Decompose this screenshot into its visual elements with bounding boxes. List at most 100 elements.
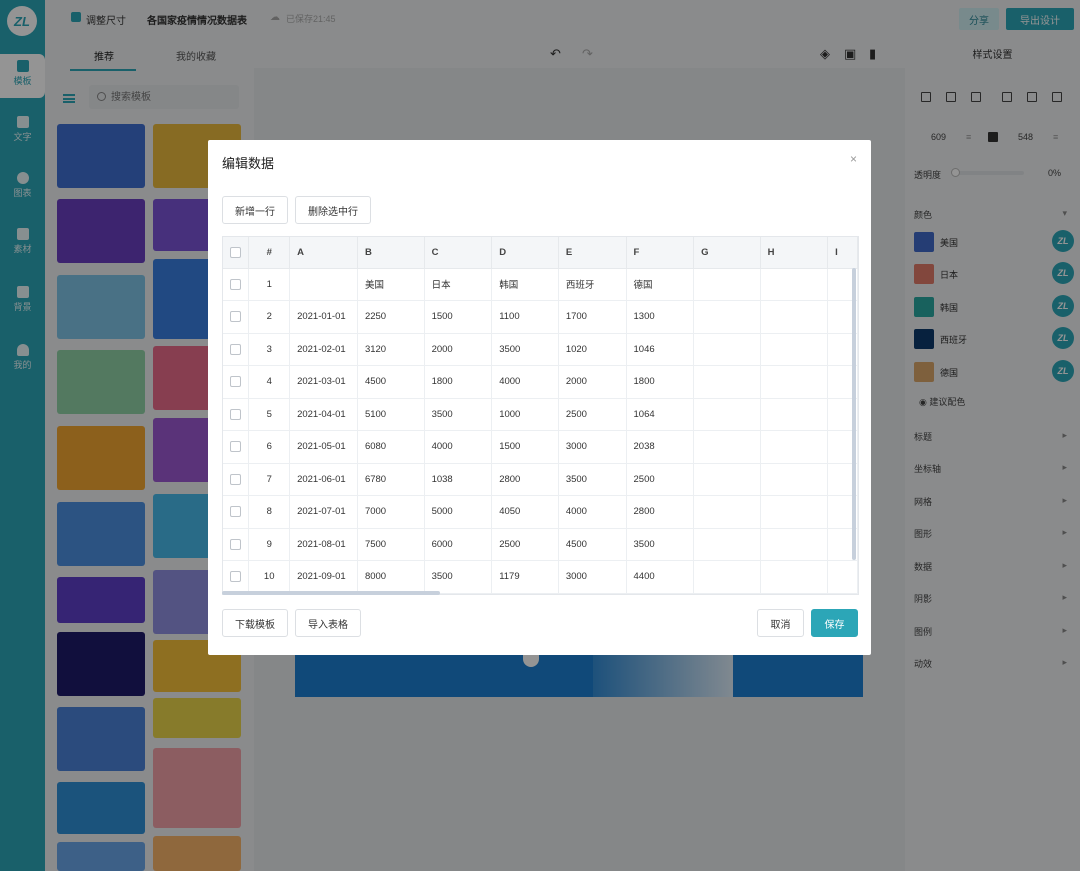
table-cell[interactable]: 德国 [626,268,695,301]
row-checkbox[interactable] [223,333,250,366]
row-checkbox[interactable] [223,560,250,594]
table-cell[interactable]: 2021-04-01 [289,398,358,431]
select-all-checkbox[interactable] [223,237,250,269]
table-cell[interactable] [693,333,761,366]
table-row[interactable]: 8 2021-07-01 7000 5000 4050 4000 2800 [223,495,858,529]
row-checkbox[interactable] [223,528,250,561]
table-cell[interactable]: 2800 [626,495,695,529]
column-header[interactable]: C [424,237,493,269]
table-row[interactable]: 2 2021-01-01 2250 1500 1100 1700 1300 [223,300,858,334]
table-cell[interactable]: 3000 [558,430,627,464]
table-cell[interactable] [693,528,761,561]
table-cell[interactable]: 1700 [558,300,627,334]
vertical-scrollbar[interactable] [852,268,856,560]
table-cell[interactable]: 1100 [491,300,559,334]
row-checkbox[interactable] [223,495,250,529]
column-header[interactable]: D [491,237,559,269]
column-header[interactable]: I [827,237,858,269]
table-row[interactable]: 7 2021-06-01 6780 1038 2800 3500 2500 [223,463,858,496]
download-template-button[interactable]: 下载模板 [222,609,288,637]
table-cell[interactable] [760,430,829,464]
table-cell[interactable]: 7500 [357,528,425,561]
table-cell[interactable] [693,463,761,496]
row-checkbox[interactable] [223,398,250,431]
row-checkbox[interactable] [223,430,250,464]
table-cell[interactable]: 1038 [424,463,493,496]
data-grid[interactable]: # A B C D E F G H I 1 美国 日本 韩国 西班牙 德国 2 2021-01… [222,236,859,595]
table-cell[interactable] [760,398,829,431]
table-cell[interactable]: 2021-03-01 [289,365,358,399]
table-cell[interactable] [693,495,761,529]
table-cell[interactable]: 6780 [357,463,425,496]
row-checkbox[interactable] [223,463,250,496]
table-cell[interactable]: 5100 [357,398,425,431]
table-row[interactable]: 1 美国 日本 韩国 西班牙 德国 [223,268,858,301]
row-checkbox[interactable] [223,365,250,399]
table-cell[interactable] [693,365,761,399]
table-cell[interactable]: 2021-02-01 [289,333,358,366]
table-cell[interactable]: 3500 [491,333,559,366]
table-cell[interactable]: 4000 [558,495,627,529]
table-row[interactable]: 3 2021-02-01 3120 2000 3500 1020 1046 [223,333,858,366]
table-cell[interactable]: 2000 [558,365,627,399]
table-cell[interactable]: 5000 [424,495,493,529]
table-cell[interactable]: 2250 [357,300,425,334]
table-cell[interactable]: 2021-01-01 [289,300,358,334]
horizontal-scrollbar[interactable] [222,591,440,595]
table-cell[interactable] [827,560,858,594]
table-row[interactable]: 5 2021-04-01 5100 3500 1000 2500 1064 [223,398,858,431]
table-row[interactable]: 4 2021-03-01 4500 1800 4000 2000 1800 [223,365,858,399]
table-cell[interactable]: 4000 [491,365,559,399]
table-cell[interactable]: 2500 [491,528,559,561]
table-cell[interactable]: 1179 [491,560,559,594]
row-checkbox[interactable] [223,300,250,334]
column-header[interactable]: B [357,237,425,269]
add-row-button[interactable]: 新增一行 [222,196,288,224]
table-cell[interactable] [289,268,358,301]
save-button[interactable]: 保存 [811,609,858,637]
table-cell[interactable] [760,463,829,496]
column-header[interactable]: A [289,237,358,269]
table-row[interactable]: 9 2021-08-01 7500 6000 2500 4500 3500 [223,528,858,561]
table-cell[interactable]: 2000 [424,333,493,366]
table-cell[interactable]: 韩国 [491,268,559,301]
table-cell[interactable]: 2500 [626,463,695,496]
table-cell[interactable] [693,560,761,594]
table-row[interactable]: 10 2021-09-01 8000 3500 1179 3000 4400 [223,560,858,594]
table-cell[interactable]: 1300 [626,300,695,334]
table-cell[interactable]: 西班牙 [558,268,627,301]
table-cell[interactable]: 2800 [491,463,559,496]
table-cell[interactable]: 2021-09-01 [289,560,358,594]
table-cell[interactable]: 1500 [491,430,559,464]
table-cell[interactable]: 3500 [558,463,627,496]
row-checkbox[interactable] [223,268,250,301]
table-cell[interactable] [693,430,761,464]
table-cell[interactable] [760,495,829,529]
cancel-button[interactable]: 取消 [757,609,804,637]
delete-selected-rows-button[interactable]: 删除选中行 [295,196,371,224]
table-cell[interactable]: 2021-05-01 [289,430,358,464]
table-cell[interactable]: 1500 [424,300,493,334]
table-cell[interactable]: 3120 [357,333,425,366]
table-cell[interactable]: 1020 [558,333,627,366]
table-cell[interactable] [760,528,829,561]
table-cell[interactable] [760,268,829,301]
close-icon[interactable]: × [850,152,857,166]
table-cell[interactable] [693,398,761,431]
table-cell[interactable]: 日本 [424,268,493,301]
table-cell[interactable]: 美国 [357,268,425,301]
table-cell[interactable]: 2021-08-01 [289,528,358,561]
table-cell[interactable]: 3000 [558,560,627,594]
table-cell[interactable] [693,268,761,301]
table-cell[interactable]: 2021-07-01 [289,495,358,529]
column-header[interactable]: E [558,237,627,269]
table-cell[interactable]: 1000 [491,398,559,431]
table-cell[interactable]: 1800 [626,365,695,399]
table-cell[interactable]: 2021-06-01 [289,463,358,496]
table-cell[interactable]: 3500 [424,398,493,431]
table-cell[interactable]: 6080 [357,430,425,464]
table-cell[interactable]: 4050 [491,495,559,529]
table-cell[interactable]: 4500 [357,365,425,399]
table-cell[interactable]: 1064 [626,398,695,431]
table-cell[interactable] [760,365,829,399]
